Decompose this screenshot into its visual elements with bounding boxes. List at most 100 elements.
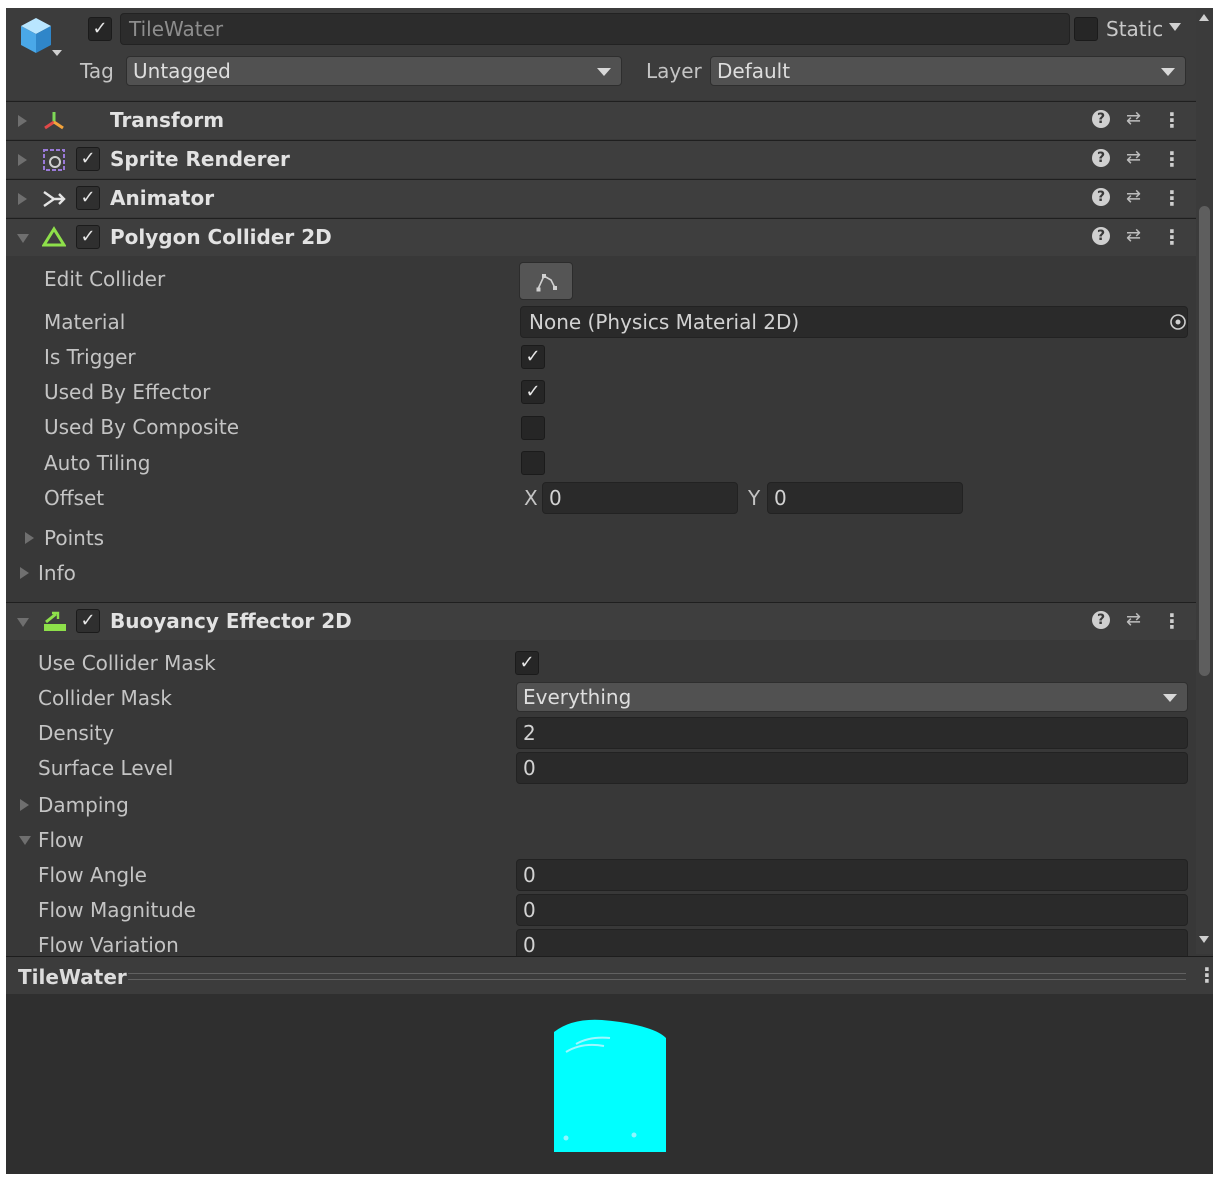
inspector-panel: ✓ TileWater Static Tag Untagged Layer De… — [6, 8, 1213, 1174]
foldout-expanded-icon[interactable] — [19, 836, 31, 845]
gameobject-cube-icon[interactable] — [18, 16, 54, 56]
foldout-collapsed-icon[interactable] — [25, 532, 34, 544]
sprite-renderer-enabled-checkbox[interactable]: ✓ — [76, 147, 100, 171]
preset-icon[interactable]: ⇄ — [1126, 225, 1141, 246]
density-label: Density — [38, 721, 115, 745]
offset-label: Offset — [44, 486, 105, 510]
used-by-composite-checkbox[interactable] — [521, 416, 545, 440]
foldout-expanded-icon[interactable] — [17, 618, 29, 627]
chevron-down-icon — [597, 68, 611, 76]
icon-dropdown-icon[interactable] — [52, 50, 62, 56]
is-trigger-checkbox[interactable]: ✓ — [521, 345, 545, 369]
layer-value: Default — [717, 59, 791, 83]
animator-header[interactable]: ✓ Animator ? ⇄ ⋮ — [6, 179, 1196, 217]
help-icon[interactable]: ? — [1092, 188, 1110, 206]
foldout-collapsed-icon[interactable] — [20, 799, 29, 811]
preview-drag-handle[interactable] — [128, 973, 1186, 980]
context-menu-icon[interactable]: ⋮ — [1162, 147, 1182, 171]
tag-value: Untagged — [133, 59, 231, 83]
transform-title: Transform — [110, 108, 225, 132]
material-label: Material — [44, 310, 126, 334]
material-field[interactable]: None (Physics Material 2D) — [520, 306, 1188, 338]
context-menu-icon[interactable]: ⋮ — [1162, 609, 1182, 633]
buoyancy-effector-title: Buoyancy Effector 2D — [110, 609, 352, 633]
preview-header[interactable]: TileWater ⋮ — [6, 956, 1213, 994]
flow-foldout[interactable]: Flow — [38, 828, 84, 852]
water-body — [554, 1019, 666, 1152]
context-menu-icon[interactable]: ⋮ — [1162, 225, 1182, 249]
animator-title: Animator — [110, 186, 215, 210]
sprite-renderer-header[interactable]: ✓ Sprite Renderer ? ⇄ ⋮ — [6, 140, 1196, 178]
header-icons: ? ⇄ ⋮ — [1092, 225, 1182, 249]
used-by-effector-checkbox[interactable]: ✓ — [521, 380, 545, 404]
offset-x-field[interactable]: 0 — [542, 482, 738, 514]
foldout-expanded-icon[interactable] — [17, 234, 29, 243]
preset-icon[interactable]: ⇄ — [1126, 108, 1141, 129]
help-icon[interactable]: ? — [1092, 227, 1110, 245]
gameobject-header: ✓ TileWater Static Tag Untagged Layer De… — [6, 8, 1196, 100]
flow-magnitude-field[interactable]: 0 — [516, 894, 1188, 926]
buoyancy-effector-header[interactable]: ✓ Buoyancy Effector 2D ? ⇄ ⋮ — [6, 602, 1196, 640]
animator-enabled-checkbox[interactable]: ✓ — [76, 186, 100, 210]
sprite-renderer-title: Sprite Renderer — [110, 147, 290, 171]
flow-angle-field[interactable]: 0 — [516, 859, 1188, 891]
scrollbar-thumb[interactable] — [1199, 206, 1210, 676]
active-checkbox[interactable]: ✓ — [88, 17, 112, 41]
foldout-collapsed-icon[interactable] — [18, 154, 27, 166]
scrollbar[interactable] — [1196, 8, 1213, 954]
buoyancy-effector-enabled-checkbox[interactable]: ✓ — [76, 609, 100, 633]
surface-level-field[interactable]: 0 — [516, 752, 1188, 784]
header-icons: ? ⇄ ⋮ — [1092, 609, 1182, 633]
material-value: None (Physics Material 2D) — [529, 310, 800, 334]
auto-tiling-label: Auto Tiling — [44, 451, 151, 475]
offset-x-label[interactable]: X — [524, 486, 538, 510]
edit-shape-icon — [536, 274, 557, 292]
damping-foldout[interactable]: Damping — [38, 793, 129, 817]
foldout-collapsed-icon[interactable] — [20, 567, 29, 579]
static-checkbox[interactable] — [1074, 17, 1098, 41]
edit-collider-button[interactable] — [519, 262, 573, 300]
preset-icon[interactable]: ⇄ — [1126, 186, 1141, 207]
polygon-collider-header[interactable]: ✓ Polygon Collider 2D ? ⇄ ⋮ — [6, 218, 1196, 256]
scroll-down-icon[interactable] — [1199, 936, 1209, 943]
preset-icon[interactable]: ⇄ — [1126, 147, 1141, 168]
flow-variation-label: Flow Variation — [38, 933, 179, 957]
static-dropdown-icon[interactable] — [1169, 23, 1181, 31]
object-name-field[interactable]: TileWater — [120, 13, 1070, 45]
use-collider-mask-checkbox[interactable]: ✓ — [515, 651, 539, 675]
density-field[interactable]: 2 — [516, 717, 1188, 749]
context-menu-icon[interactable]: ⋮ — [1162, 186, 1182, 210]
help-icon[interactable]: ? — [1092, 110, 1110, 128]
collider-mask-dropdown[interactable]: Everything — [516, 682, 1188, 712]
layer-dropdown[interactable]: Default — [710, 56, 1186, 86]
header-icons: ? ⇄ ⋮ — [1092, 186, 1182, 210]
preview-title: TileWater — [18, 965, 127, 989]
auto-tiling-checkbox[interactable] — [521, 451, 545, 475]
tag-label: Tag — [80, 59, 114, 83]
polygon-collider-title: Polygon Collider 2D — [110, 225, 332, 249]
foldout-collapsed-icon[interactable] — [18, 193, 27, 205]
static-label[interactable]: Static — [1106, 17, 1163, 41]
help-icon[interactable]: ? — [1092, 149, 1110, 167]
water-tile-sprite — [554, 1019, 666, 1152]
tag-dropdown[interactable]: Untagged — [126, 56, 622, 86]
points-foldout[interactable]: Points — [44, 526, 104, 550]
transform-header[interactable]: Transform ? ⇄ ⋮ — [6, 101, 1196, 139]
used-by-effector-label: Used By Effector — [44, 380, 211, 404]
polygon-collider-enabled-checkbox[interactable]: ✓ — [76, 225, 100, 249]
context-menu-icon[interactable]: ⋮ — [1162, 108, 1182, 132]
offset-y-field[interactable]: 0 — [767, 482, 963, 514]
preview-menu-icon[interactable]: ⋮ — [1197, 963, 1213, 987]
use-collider-mask-label: Use Collider Mask — [38, 651, 216, 675]
preview-area — [6, 994, 1213, 1174]
help-icon[interactable]: ? — [1092, 611, 1110, 629]
transform-axes-icon — [44, 112, 64, 130]
header-icons: ? ⇄ ⋮ — [1092, 108, 1182, 132]
chevron-down-icon — [1163, 694, 1177, 702]
preset-icon[interactable]: ⇄ — [1126, 609, 1141, 630]
foldout-collapsed-icon[interactable] — [18, 115, 27, 127]
offset-y-label[interactable]: Y — [748, 486, 760, 510]
info-foldout[interactable]: Info — [38, 561, 76, 585]
object-picker-icon[interactable] — [1169, 313, 1187, 331]
scroll-up-icon[interactable] — [1199, 14, 1209, 21]
